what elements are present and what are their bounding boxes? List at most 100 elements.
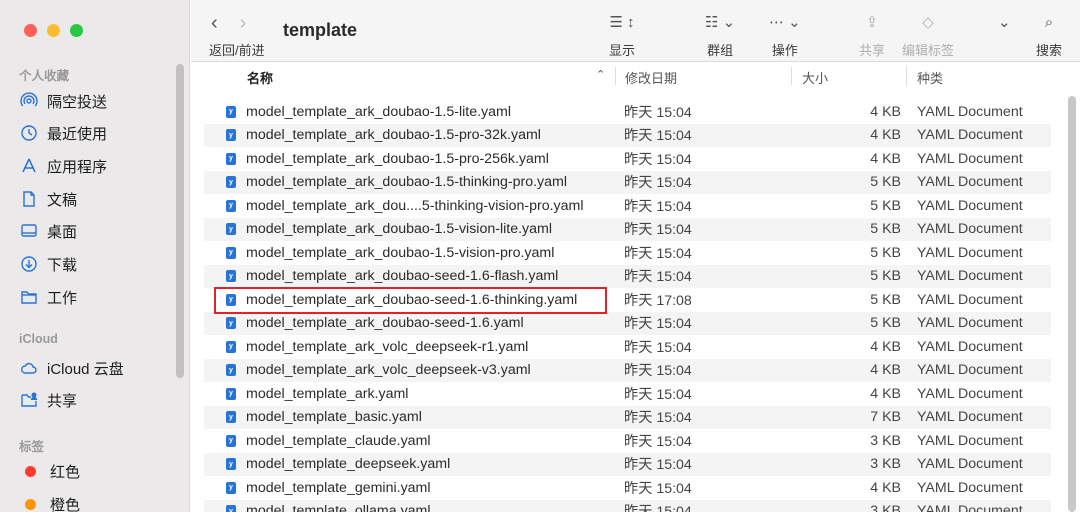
- file-row[interactable]: y model_template_ark_doubao-1.5-vision-pr…: [204, 241, 1051, 265]
- search-button[interactable]: ⌕ 搜索: [1036, 8, 1062, 59]
- column-header-date[interactable]: 修改日期: [625, 68, 677, 87]
- file-size: 5 KB: [870, 268, 901, 285]
- file-row[interactable]: y model_template_ark_doubao-seed-1.6-thin…: [204, 288, 1051, 312]
- applications-icon: [20, 157, 38, 175]
- file-row[interactable]: y model_template_ark_doubao-1.5-thinking-…: [204, 170, 1051, 194]
- minimize-button[interactable]: [47, 24, 60, 37]
- column-header-kind[interactable]: 种类: [917, 68, 943, 87]
- desktop-icon: [20, 222, 38, 240]
- file-kind: YAML Document: [917, 197, 1023, 214]
- column-header-size[interactable]: 大小: [802, 68, 828, 87]
- sidebar-item-shared[interactable]: 共享: [20, 387, 77, 413]
- share-icon: ⇪: [865, 14, 879, 31]
- file-kind: YAML Document: [917, 244, 1023, 261]
- file-kind: YAML Document: [917, 432, 1023, 449]
- view-label: 显示: [609, 43, 636, 58]
- red-tag-icon: [25, 465, 36, 477]
- file-row[interactable]: y model_template_ark_doubao-1.5-vision-li…: [204, 217, 1051, 241]
- file-size: 4 KB: [870, 150, 901, 167]
- file-name: model_template_ark_doubao-1.5-vision-pro…: [246, 244, 555, 261]
- group-icon: ☷ ⌄: [705, 14, 736, 31]
- action-button[interactable]: ⋯ ⌄ 操作: [769, 8, 801, 59]
- back-icon[interactable]: ‹: [211, 12, 218, 35]
- sidebar-item-icloud-drive[interactable]: iCloud 云盘: [20, 355, 124, 381]
- file-row[interactable]: y model_template_ark_dou....5-thinking-vi…: [204, 194, 1051, 218]
- file-row[interactable]: y model_template_basic.yaml 昨天 15:04 7 KB YA…: [204, 405, 1051, 429]
- file-row[interactable]: y model_template_ollama.yaml 昨天 15:04 3 KB Y…: [204, 499, 1051, 512]
- cloud-icon: [20, 359, 38, 377]
- file-name: model_template_ark_doubao-1.5-pro-256k.y…: [246, 150, 549, 167]
- file-date: 昨天 15:04: [624, 363, 692, 380]
- more-toolbar-button[interactable]: ⌄: [998, 8, 1011, 36]
- column-header-bar: 名称 ⌃ 修改日期 大小 种类: [191, 62, 1062, 90]
- file-row[interactable]: y model_template_gemini.yaml 昨天 15:04 4 KB Y…: [204, 476, 1051, 500]
- yaml-file-icon: y: [226, 246, 236, 259]
- sidebar-item-tag-red[interactable]: 红色: [20, 458, 80, 484]
- file-kind: YAML Document: [917, 315, 1023, 332]
- sidebar-item-recents[interactable]: 最近使用: [20, 120, 107, 146]
- group-button[interactable]: ☷ ⌄ 群组: [705, 8, 735, 59]
- file-name: model_template_ark_doubao-seed-1.6-flash…: [246, 268, 559, 285]
- clock-icon: [20, 124, 38, 142]
- column-separator[interactable]: [791, 67, 792, 85]
- download-icon: [20, 255, 38, 273]
- sidebar-item-airdrop[interactable]: 隔空投送: [20, 88, 107, 114]
- sidebar-item-label: 隔空投送: [47, 93, 108, 111]
- file-name: model_template_gemini.yaml: [246, 479, 431, 496]
- sidebar-item-documents[interactable]: 文稿: [20, 186, 77, 212]
- yaml-file-icon: y: [226, 317, 236, 330]
- sidebar-item-work[interactable]: 工作: [20, 284, 77, 310]
- file-date: 昨天 15:04: [624, 339, 692, 356]
- sidebar-item-applications[interactable]: 应用程序: [20, 153, 107, 179]
- sidebar-item-downloads[interactable]: 下载: [20, 251, 77, 277]
- share-button[interactable]: ⇪ 共享: [859, 8, 885, 59]
- file-kind: YAML Document: [917, 409, 1023, 426]
- column-separator[interactable]: [906, 67, 907, 85]
- file-size: 4 KB: [870, 362, 901, 379]
- sidebar-item-desktop[interactable]: 桌面: [20, 218, 77, 244]
- file-kind: YAML Document: [917, 362, 1023, 379]
- file-row[interactable]: y model_template_ark_volc_deepseek-r1.yam…: [204, 335, 1051, 359]
- column-header-name[interactable]: 名称: [247, 68, 273, 87]
- file-date: 昨天 15:04: [624, 245, 692, 262]
- file-name: model_template_ark_doubao-1.5-vision-lit…: [246, 221, 552, 238]
- file-date: 昨天 15:04: [624, 128, 692, 145]
- share-label: 共享: [859, 43, 886, 58]
- sort-ascending-icon: ⌃: [596, 69, 606, 81]
- close-button[interactable]: [24, 24, 37, 37]
- file-kind: YAML Document: [917, 127, 1023, 144]
- orange-tag-icon: [25, 498, 36, 510]
- file-row[interactable]: y model_template_ark_doubao-seed-1.6-flas…: [204, 264, 1051, 288]
- file-kind: YAML Document: [917, 456, 1023, 473]
- yaml-file-icon: y: [226, 270, 236, 283]
- sidebar-item-label: 文稿: [47, 191, 78, 209]
- file-row[interactable]: y model_template_ark_volc_deepseek-v3.yam…: [204, 358, 1051, 382]
- file-row[interactable]: y model_template_deepseek.yaml 昨天 15:04 3 K…: [204, 452, 1051, 476]
- file-row[interactable]: y model_template_ark_doubao-1.5-lite.yaml…: [204, 100, 1051, 124]
- file-list-scrollbar[interactable]: [1068, 96, 1076, 512]
- file-row[interactable]: y model_template_ark_doubao-1.5-pro-32k.y…: [204, 123, 1051, 147]
- yaml-file-icon: y: [226, 364, 236, 377]
- file-size: 5 KB: [870, 315, 901, 332]
- search-icon: ⌕: [1044, 13, 1054, 31]
- forward-icon[interactable]: ›: [240, 12, 247, 35]
- search-label: 搜索: [1036, 43, 1063, 58]
- file-size: 3 KB: [870, 456, 901, 473]
- sidebar-item-tag-orange[interactable]: 橙色: [20, 491, 80, 512]
- column-separator[interactable]: [615, 67, 616, 85]
- zoom-button[interactable]: [70, 24, 83, 37]
- file-row[interactable]: y model_template_claude.yaml 昨天 15:04 3 KB Y…: [204, 429, 1051, 453]
- sidebar-item-label: 工作: [47, 289, 78, 307]
- file-row[interactable]: y model_template_ark_doubao-1.5-pro-256k.…: [204, 147, 1051, 171]
- file-row[interactable]: y model_template_ark.yaml 昨天 15:04 4 KB YAML…: [204, 382, 1051, 406]
- file-row[interactable]: y model_template_ark_doubao-seed-1.6.yaml…: [204, 311, 1051, 335]
- sidebar: 个人收藏 隔空投送 最近使用 应用程序 文稿 桌面 下载 工作 iCloud i…: [0, 0, 190, 512]
- file-size: 3 KB: [870, 503, 901, 512]
- file-date: 昨天 15:04: [624, 269, 692, 286]
- view-button[interactable]: ☰ ↕ 显示: [609, 8, 635, 59]
- yaml-file-icon: y: [226, 176, 236, 189]
- sidebar-scrollbar[interactable]: [176, 64, 184, 378]
- tags-header: 标签: [19, 440, 45, 454]
- edit-tags-button[interactable]: ◇ 编辑标签: [902, 8, 954, 59]
- tag-icon: ◇: [922, 14, 934, 31]
